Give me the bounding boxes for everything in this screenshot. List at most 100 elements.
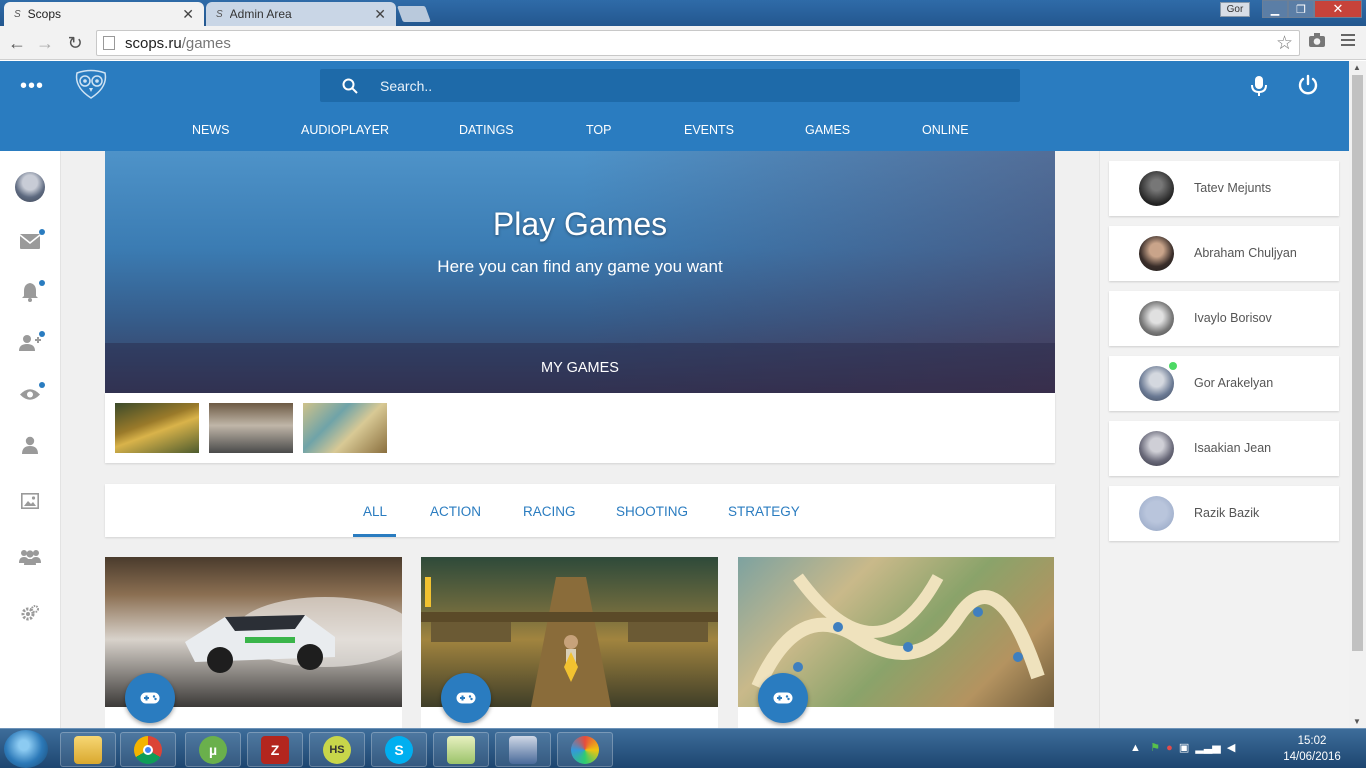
visitors-notification-dot [39, 382, 45, 388]
tray-expand-icon[interactable]: ▲ [1130, 742, 1141, 754]
avatar [1139, 496, 1174, 531]
settings-icon[interactable] [18, 601, 42, 625]
windows-start-button[interactable] [4, 730, 48, 768]
avatar [1139, 301, 1174, 336]
chrome-icon [134, 735, 162, 764]
site-favicon-icon: S [14, 8, 21, 20]
nav-events[interactable]: EVENTS [684, 123, 734, 137]
friend-item[interactable]: Isaakian Jean [1109, 421, 1339, 476]
search-input[interactable] [380, 77, 980, 94]
device-icon[interactable]: ▣ [1179, 742, 1189, 754]
minimize-button[interactable]: ▁ [1262, 0, 1288, 18]
taskbar-notepad-plus[interactable] [433, 732, 489, 767]
windows-taskbar: µ Z HS S ▲ ⚑ ● ▣ ▂▃▅ ◀ 15:02 14/06/2016 [0, 728, 1366, 768]
image-icon[interactable] [18, 489, 42, 513]
taskbar-paint[interactable] [557, 732, 613, 767]
taskbar-hotspot-shield[interactable]: HS [309, 732, 365, 767]
friend-item[interactable]: Ivaylo Borisov [1109, 291, 1339, 346]
more-options-icon[interactable]: ••• [20, 75, 44, 98]
hero-subtitle: Here you can find any game you want [437, 257, 723, 276]
left-sidebar [0, 151, 61, 728]
filter-strategy[interactable]: STRATEGY [728, 504, 800, 519]
friend-request-dot [39, 331, 45, 337]
friend-item[interactable]: Razik Bazik [1109, 486, 1339, 541]
search-bar[interactable] [320, 69, 1020, 102]
friend-item[interactable]: Gor Arakelyan [1109, 356, 1339, 411]
friend-item[interactable]: Abraham Chuljyan [1109, 226, 1339, 281]
game-card[interactable] [421, 557, 718, 728]
back-arrow-icon[interactable]: ← [6, 32, 28, 54]
network-icon[interactable]: ▂▃▅ [1195, 742, 1220, 754]
owl-logo-icon[interactable] [74, 69, 108, 99]
hotspot-shield-icon: HS [323, 735, 351, 764]
taskbar-clock[interactable]: 15:02 14/06/2016 [1278, 733, 1346, 765]
close-window-button[interactable]: ✕ [1314, 0, 1362, 18]
microphone-icon[interactable] [1250, 75, 1268, 100]
group-icon[interactable] [18, 545, 42, 569]
tab-admin-area[interactable]: S Admin Area ✕ [206, 2, 396, 26]
play-gamepad-button[interactable] [758, 673, 808, 723]
taskbar-chrome[interactable] [120, 732, 176, 767]
game-card[interactable] [105, 557, 402, 728]
camera-icon[interactable] [1308, 32, 1326, 53]
filter-action[interactable]: ACTION [430, 504, 481, 519]
nav-top[interactable]: TOP [586, 123, 611, 137]
gamepad-icon [456, 692, 476, 704]
page-icon [103, 36, 115, 50]
taskbar-utorrent[interactable]: µ [185, 732, 241, 767]
friend-name: Razik Bazik [1194, 506, 1260, 520]
forward-arrow-icon[interactable]: → [34, 32, 56, 54]
friend-name: Gor Arakelyan [1194, 376, 1274, 390]
flag-icon[interactable]: ⚑ [1150, 742, 1160, 754]
user-icon[interactable] [18, 433, 42, 457]
bell-notification-dot [39, 280, 45, 286]
nav-news[interactable]: NEWS [192, 123, 230, 137]
nav-games[interactable]: GAMES [805, 123, 850, 137]
bookmark-star-icon[interactable]: ☆ [1276, 32, 1293, 55]
nav-audioplayer[interactable]: AUDIOPLAYER [301, 123, 389, 137]
taskbar-filezilla[interactable]: Z [247, 732, 303, 767]
avatar [1139, 366, 1174, 401]
menu-icon[interactable] [1340, 32, 1356, 53]
utorrent-icon: µ [199, 735, 227, 764]
drift-car-thumbnail[interactable] [209, 403, 293, 453]
scroll-down-icon[interactable]: ▼ [1353, 717, 1361, 726]
nav-datings[interactable]: DATINGS [459, 123, 514, 137]
maximize-button[interactable]: ❐ [1288, 0, 1314, 18]
volume-icon[interactable]: ◀ [1227, 742, 1235, 754]
board-map-thumbnail[interactable] [303, 403, 387, 453]
nav-online[interactable]: ONLINE [922, 123, 969, 137]
scroll-up-icon[interactable]: ▲ [1353, 63, 1361, 72]
filezilla-icon: Z [261, 735, 289, 764]
url-host: scops.ru [125, 34, 182, 52]
profile-badge[interactable]: Gor [1220, 2, 1250, 17]
play-gamepad-button[interactable] [441, 673, 491, 723]
taskbar-screen-tool[interactable] [495, 732, 551, 767]
games-hero-banner: Play Games Here you can find any game yo… [105, 151, 1055, 393]
tab-scops[interactable]: S Scops ✕ [4, 2, 204, 26]
close-tab-icon[interactable]: ✕ [182, 6, 194, 23]
address-bar[interactable]: scops.ru/games ☆ [96, 30, 1300, 56]
filter-all[interactable]: ALL [363, 504, 387, 519]
antivirus-icon[interactable]: ● [1166, 742, 1173, 754]
friend-name: Abraham Chuljyan [1194, 246, 1297, 260]
filter-racing[interactable]: RACING [523, 504, 576, 519]
filter-shooting[interactable]: SHOOTING [616, 504, 688, 519]
avatar[interactable] [15, 172, 45, 202]
page-scrollbar[interactable]: ▲ ▼ [1349, 61, 1366, 728]
url-path: /games [181, 34, 231, 52]
friend-name: Ivaylo Borisov [1194, 311, 1272, 325]
temple-run-thumbnail[interactable] [115, 403, 199, 453]
scrollbar-thumb[interactable] [1352, 75, 1363, 651]
new-tab-button[interactable] [397, 6, 431, 22]
game-card[interactable] [738, 557, 1054, 728]
power-icon[interactable] [1297, 74, 1319, 99]
taskbar-explorer[interactable] [60, 732, 116, 767]
my-games-label[interactable]: MY GAMES [105, 343, 1055, 393]
reload-icon[interactable]: ↻ [64, 32, 86, 54]
play-gamepad-button[interactable] [125, 673, 175, 723]
close-tab-icon[interactable]: ✕ [374, 6, 386, 23]
tab-title: Admin Area [229, 7, 292, 21]
taskbar-skype[interactable]: S [371, 732, 427, 767]
friend-item[interactable]: Tatev Mejunts [1109, 161, 1339, 216]
